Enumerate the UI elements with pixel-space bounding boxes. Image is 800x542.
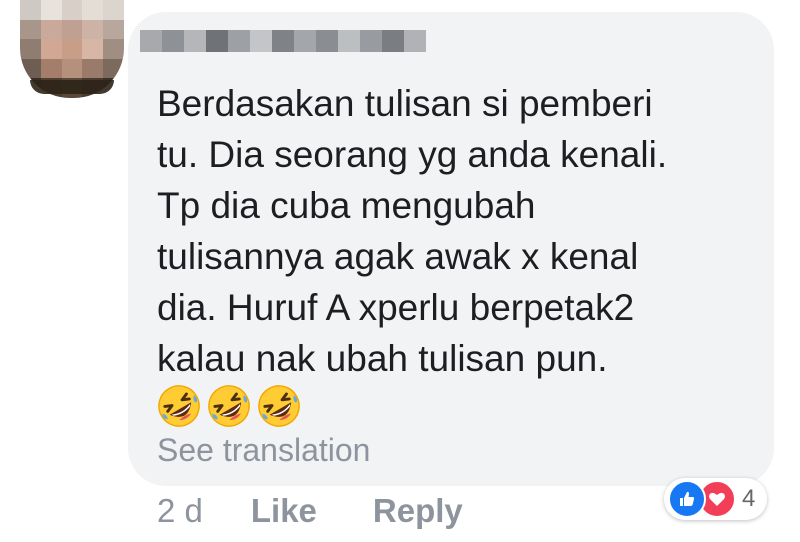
comment-timestamp[interactable]: 2 d: [157, 492, 203, 530]
comment-line: Tp dia cuba mengubah: [157, 185, 536, 226]
reply-button[interactable]: Reply: [373, 492, 463, 530]
reaction-count: 4: [742, 485, 756, 512]
comment-line: kalau nak ubah tulisan pun.: [157, 338, 608, 379]
comment-text: Berdasakan tulisan si pemberi tu. Dia se…: [157, 78, 757, 384]
comment-line: Berdasakan tulisan si pemberi: [157, 83, 653, 124]
reactions-summary[interactable]: 4: [664, 478, 768, 520]
avatar-logo-overlay: [30, 80, 114, 94]
comment-actions: 2 d Like Reply: [157, 492, 463, 530]
comment-line: tu. Dia seorang yg anda kenali.: [157, 134, 668, 175]
see-translation-link[interactable]: See translation: [157, 432, 370, 469]
comment-line: dia. Huruf A xperlu berpetak2: [157, 287, 635, 328]
like-reaction-icon: [668, 480, 706, 518]
like-button[interactable]: Like: [251, 492, 317, 530]
comment-container: Berdasakan tulisan si pemberi tu. Dia se…: [0, 0, 800, 542]
emoji-row: [156, 383, 302, 429]
author-name-blurred[interactable]: [140, 30, 426, 52]
rolling-on-floor-laughing-icon: [208, 385, 250, 427]
rolling-on-floor-laughing-icon: [258, 385, 300, 427]
comment-line: tulisannya agak awak x kenal: [157, 236, 639, 277]
rolling-on-floor-laughing-icon: [158, 385, 200, 427]
